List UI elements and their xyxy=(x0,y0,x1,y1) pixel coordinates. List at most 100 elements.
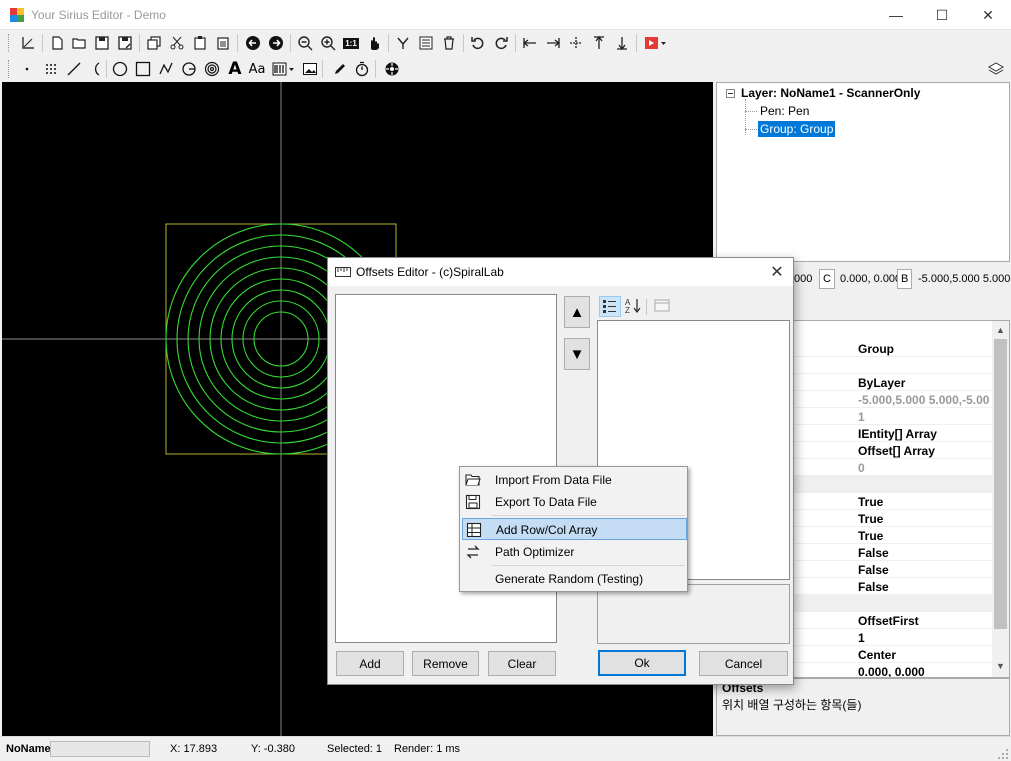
cancel-button[interactable]: Cancel xyxy=(699,651,788,676)
description-text: 위치 배열 구성하는 항목(들) xyxy=(722,698,862,712)
status-bar: NoName X: 17.893 Y: -0.380 Selected: 1 R… xyxy=(0,736,1011,761)
tree-node-layer[interactable]: Layer: NoName1 - ScannerOnly xyxy=(741,86,920,100)
strip-b-value: -5.000,5.000 5.000,-5. xyxy=(918,273,1011,285)
paste-icon[interactable] xyxy=(190,33,210,53)
sort-alpha-icon[interactable]: AZ xyxy=(623,296,645,317)
collapse-icon[interactable] xyxy=(726,89,735,98)
rotate-ccw-icon[interactable] xyxy=(468,33,488,53)
zoom-out-icon[interactable] xyxy=(295,33,315,53)
property-value: True xyxy=(858,495,884,509)
barcode-icon[interactable] xyxy=(271,59,297,79)
new-file-icon[interactable] xyxy=(47,33,67,53)
copy-icon[interactable] xyxy=(144,33,164,53)
cut-icon[interactable] xyxy=(167,33,187,53)
pan-hand-icon[interactable] xyxy=(364,33,384,53)
property-value: False xyxy=(858,563,889,577)
menu-separator xyxy=(492,515,685,516)
axis-icon[interactable] xyxy=(18,33,38,53)
zoom-1to1-icon[interactable]: 1:1 xyxy=(341,33,361,53)
run-icon[interactable] xyxy=(643,33,669,53)
toolbar-grip[interactable] xyxy=(8,34,11,52)
line-icon[interactable] xyxy=(64,59,84,79)
layers-icon[interactable] xyxy=(986,59,1006,79)
delete-icon[interactable] xyxy=(439,33,459,53)
open-folder-icon[interactable] xyxy=(69,33,89,53)
strip-left-value: .000 xyxy=(791,273,813,285)
circle-icon[interactable] xyxy=(110,59,130,79)
rectangle-icon[interactable] xyxy=(133,59,153,79)
dialog-title-bar: Offsets Editor - (c)SpiralLab ✕ xyxy=(328,258,793,286)
menu-generate-random[interactable]: Generate Random (Testing) xyxy=(462,568,687,590)
add-button[interactable]: Add xyxy=(336,651,404,676)
property-pages-icon[interactable] xyxy=(652,296,674,317)
scroll-down-icon[interactable]: ▼ xyxy=(996,661,1005,671)
image-icon[interactable] xyxy=(300,59,320,79)
ok-button[interactable]: Ok xyxy=(598,650,686,676)
property-value: 1 xyxy=(858,631,865,645)
point-icon[interactable] xyxy=(17,59,37,79)
zoom-in-icon[interactable] xyxy=(318,33,338,53)
align-top-icon[interactable] xyxy=(589,33,609,53)
maximize-button[interactable]: ☐ xyxy=(919,0,965,30)
property-scrollbar[interactable]: ▲ ▼ xyxy=(992,321,1009,677)
spiral-icon[interactable] xyxy=(202,59,222,79)
window-title: Your Sirius Editor - Demo xyxy=(31,8,166,22)
toolbar-separator xyxy=(646,299,647,315)
align-center-icon[interactable] xyxy=(566,33,586,53)
arc-icon[interactable] xyxy=(86,59,106,79)
remove-button[interactable]: Remove xyxy=(412,651,479,676)
toolbar-grip[interactable] xyxy=(8,60,11,78)
timer-icon[interactable] xyxy=(352,59,372,79)
tree-node-group[interactable]: Group: Group xyxy=(758,121,836,137)
property-value: True xyxy=(858,512,884,526)
paste-array-icon[interactable] xyxy=(213,33,233,53)
menu-import-from-data-file[interactable]: Import From Data File xyxy=(462,469,687,491)
align-bottom-icon[interactable] xyxy=(612,33,632,53)
dialog-title: Offsets Editor - (c)SpiralLab xyxy=(356,265,504,279)
open-folder-icon xyxy=(465,472,481,488)
layer-tree[interactable]: Layer: NoName1 - ScannerOnly Pen: Pen Gr… xyxy=(716,82,1010,262)
property-value: Center xyxy=(858,648,897,662)
scroll-up-icon[interactable]: ▲ xyxy=(996,325,1005,335)
toolbar-separator xyxy=(463,34,464,52)
save-as-icon[interactable] xyxy=(115,33,135,53)
list-icon[interactable] xyxy=(416,33,436,53)
points-icon[interactable] xyxy=(41,59,61,79)
align-right-icon[interactable] xyxy=(543,33,563,53)
toolbar-separator xyxy=(139,34,140,52)
categorized-view-icon[interactable] xyxy=(599,296,621,317)
divide-icon[interactable] xyxy=(393,33,413,53)
tree-node-pen[interactable]: Pen: Pen xyxy=(760,104,809,118)
menu-export-to-data-file[interactable]: Export To Data File xyxy=(462,491,687,513)
close-button[interactable]: ✕ xyxy=(965,0,1011,30)
toolbar-separator xyxy=(290,34,291,52)
font-text-icon[interactable]: Aa xyxy=(247,59,267,79)
pen-icon[interactable] xyxy=(330,59,350,79)
toolbar-separator xyxy=(322,60,323,78)
menu-item-label: Export To Data File xyxy=(495,495,597,509)
arrow-right-circle-icon[interactable] xyxy=(266,33,286,53)
scroll-thumb[interactable] xyxy=(994,339,1007,629)
progress-bar xyxy=(50,741,150,757)
property-value: OffsetFirst xyxy=(858,614,919,628)
polyline-icon[interactable] xyxy=(156,59,176,79)
property-value: IEntity[] Array xyxy=(858,427,937,441)
minimize-button[interactable]: — xyxy=(873,0,919,30)
resize-grip-icon[interactable] xyxy=(997,748,1009,760)
strip-b-label: B xyxy=(897,269,913,289)
move-up-button[interactable]: ▲ xyxy=(564,296,590,328)
rotate-cw-icon[interactable] xyxy=(491,33,511,53)
arrow-left-circle-icon[interactable] xyxy=(243,33,263,53)
text-icon[interactable]: A xyxy=(225,59,245,79)
move-down-button[interactable]: ▼ xyxy=(564,338,590,370)
menu-add-row-col-array[interactable]: Add Row/Col Array xyxy=(462,518,687,540)
ruler-icon xyxy=(335,267,351,277)
dialog-close-button[interactable]: ✕ xyxy=(767,262,787,282)
menu-path-optimizer[interactable]: Path Optimizer xyxy=(462,541,687,563)
align-left-icon[interactable] xyxy=(520,33,540,53)
clear-button[interactable]: Clear xyxy=(488,651,556,676)
toolbar-separator xyxy=(375,60,376,78)
save-icon[interactable] xyxy=(92,33,112,53)
trepan-icon[interactable] xyxy=(179,59,199,79)
motf-icon[interactable] xyxy=(382,59,402,79)
